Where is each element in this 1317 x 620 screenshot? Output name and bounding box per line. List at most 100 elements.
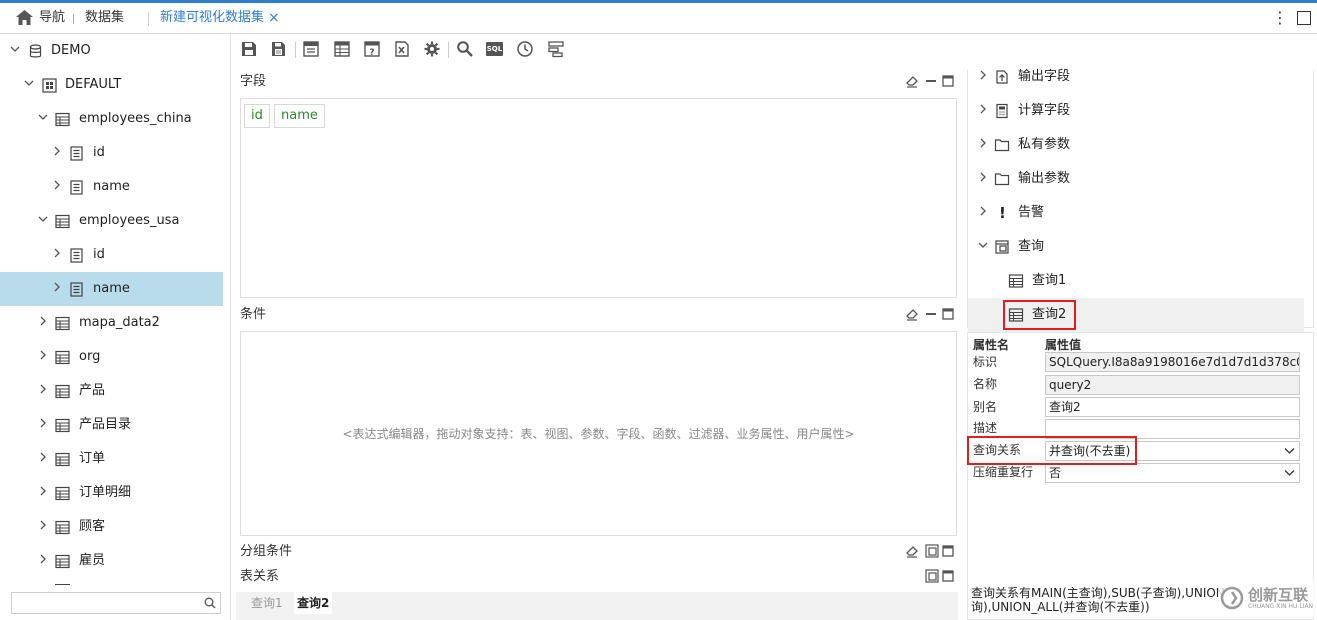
tree-node-table[interactable]: 订单 — [0, 442, 223, 476]
tree-node-output-fields[interactable]: 输出字段 — [968, 60, 1304, 94]
tree-node-field[interactable]: id — [0, 136, 223, 170]
tree-label: mapa_data2 — [79, 315, 160, 330]
chevron-right-icon[interactable] — [38, 384, 48, 394]
tree-node-query1[interactable]: 查询1 — [968, 264, 1304, 298]
clock-icon[interactable] — [516, 40, 534, 58]
tree-label: 输出参数 — [1018, 171, 1071, 186]
chevron-down-icon[interactable] — [38, 214, 48, 224]
prop-value-alias[interactable]: 查询2 — [1045, 397, 1300, 417]
maximize-icon[interactable] — [942, 307, 954, 321]
expression-editor-hint: <表达式编辑器，拖动对象支持：表、视图、参数、字段、函数、过滤器、业务属性、用户… — [342, 427, 855, 441]
tab-query2[interactable]: 查询2 — [294, 592, 333, 614]
query-editor: ? SQL 字段 id name 条件 <表达式编辑器，拖动对象支持：表、视图、… — [232, 34, 960, 620]
tree-node-table[interactable]: 订单明细 — [0, 476, 223, 510]
tree-node-alerts[interactable]: ! 告警 — [968, 196, 1304, 230]
help-icon[interactable]: ? — [363, 40, 381, 58]
export-icon[interactable] — [393, 40, 411, 58]
fields-panel[interactable]: id name — [240, 98, 957, 298]
tab-query1[interactable]: 查询1 — [251, 592, 283, 614]
chevron-right-icon[interactable] — [978, 172, 988, 182]
tree-node-table[interactable]: 顾客 — [0, 510, 223, 544]
tree-node-default[interactable]: DEFAULT — [0, 68, 223, 102]
chevron-right-icon[interactable] — [52, 146, 62, 156]
chevron-right-icon[interactable] — [978, 104, 988, 114]
chevron-right-icon[interactable] — [38, 486, 48, 496]
chevron-down-icon[interactable] — [24, 78, 34, 88]
nav-link[interactable]: 导航 — [39, 3, 65, 33]
chevron-right-icon[interactable] — [978, 138, 988, 148]
structure-icon[interactable] — [547, 40, 565, 58]
table-icon[interactable] — [333, 40, 351, 58]
restore-icon[interactable] — [925, 544, 939, 558]
prop-value-id[interactable]: SQLQuery.I8a8a9198016e7d1d7d1d378c016e8 — [1045, 352, 1300, 372]
search-icon[interactable] — [456, 40, 474, 58]
chevron-down-icon[interactable] — [1284, 447, 1295, 455]
more-menu-icon[interactable]: ⋮ — [1272, 3, 1288, 33]
tree-node-table[interactable]: mapa_data2 — [0, 306, 223, 340]
tab-new-visual-dataset[interactable]: 新建可视化数据集 — [160, 3, 264, 33]
tree-node-private-params[interactable]: 私有参数 — [968, 128, 1304, 162]
close-tab-icon[interactable]: × — [268, 3, 280, 33]
tree-label: 查询1 — [1032, 273, 1067, 288]
tree-node-output-params[interactable]: 输出参数 — [968, 162, 1304, 196]
gear-icon[interactable] — [423, 40, 441, 58]
tree-node-field[interactable]: name — [0, 170, 223, 204]
tree-node-table[interactable]: 雇员 — [0, 544, 223, 578]
home-icon[interactable] — [16, 10, 33, 25]
folder-icon — [994, 173, 1010, 186]
tree-node-field[interactable]: id — [0, 238, 223, 272]
save-as-icon[interactable] — [270, 40, 288, 58]
chevron-right-icon[interactable] — [38, 520, 48, 530]
tree-node-table[interactable]: 产品目录 — [0, 408, 223, 442]
expression-editor[interactable]: <表达式编辑器，拖动对象支持：表、视图、参数、字段、函数、过滤器、业务属性、用户… — [240, 331, 957, 536]
eraser-icon[interactable] — [905, 307, 919, 321]
chevron-right-icon[interactable] — [52, 282, 62, 292]
field-chip-name[interactable]: name — [274, 104, 325, 128]
tree-node-demo[interactable]: DEMO — [0, 34, 223, 68]
search-icon[interactable] — [204, 597, 216, 609]
eraser-icon[interactable] — [905, 74, 919, 88]
restore-icon[interactable] — [925, 569, 939, 583]
chevron-right-icon[interactable] — [38, 418, 48, 428]
prop-label-compress: 压缩重复行 — [973, 465, 1034, 479]
chevron-right-icon[interactable] — [978, 70, 988, 80]
tree-search-input[interactable] — [11, 592, 221, 614]
tree-label: DEFAULT — [65, 77, 122, 92]
chevron-right-icon[interactable] — [38, 452, 48, 462]
tree-node-table[interactable]: employees_china — [0, 102, 223, 136]
maximize-icon[interactable] — [942, 569, 954, 583]
field-chip-id[interactable]: id — [244, 104, 270, 128]
eraser-icon[interactable] — [905, 544, 919, 558]
tree-node-table[interactable]: employees_usa — [0, 204, 223, 238]
prop-select-compress[interactable]: 否 — [1045, 463, 1300, 483]
tree-label: 顾客 — [79, 519, 106, 534]
minimize-icon[interactable] — [925, 74, 937, 88]
tree-node-table[interactable]: 产品 — [0, 374, 223, 408]
chevron-down-icon[interactable] — [38, 112, 48, 122]
tree-label: org — [79, 349, 101, 364]
tree-search-field[interactable] — [14, 594, 199, 612]
chevron-right-icon[interactable] — [52, 248, 62, 258]
layout-icon[interactable] — [302, 40, 320, 58]
chevron-down-icon[interactable] — [1284, 469, 1295, 477]
dataset-link[interactable]: 数据集 — [85, 3, 124, 33]
maximize-icon[interactable] — [942, 544, 954, 558]
chevron-down-icon[interactable] — [978, 240, 988, 250]
divider — [148, 12, 149, 26]
chevron-down-icon[interactable] — [10, 44, 20, 54]
chevron-right-icon[interactable] — [38, 350, 48, 360]
maximize-icon[interactable] — [942, 74, 954, 88]
tree-node-field-selected[interactable]: name — [0, 272, 223, 306]
sql-icon[interactable]: SQL — [486, 42, 503, 56]
chevron-right-icon[interactable] — [38, 316, 48, 326]
save-icon[interactable] — [240, 40, 258, 58]
prop-value-name[interactable]: query2 — [1045, 375, 1300, 395]
chevron-right-icon[interactable] — [978, 206, 988, 216]
chevron-right-icon[interactable] — [38, 554, 48, 564]
tree-node-table[interactable]: org — [0, 340, 223, 374]
minimize-icon[interactable] — [925, 307, 937, 321]
tree-node-calc-fields[interactable]: 计算字段 — [968, 94, 1304, 128]
chevron-right-icon[interactable] — [52, 180, 62, 190]
tree-node-queries[interactable]: 查询 — [968, 230, 1304, 264]
maximize-icon[interactable] — [1297, 11, 1311, 25]
